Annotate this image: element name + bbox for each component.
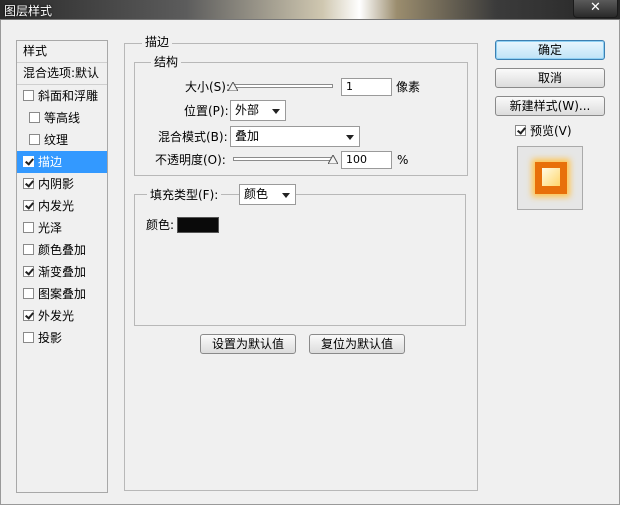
style-item-checkbox[interactable] (23, 332, 34, 343)
style-item-label: 斜面和浮雕 (38, 89, 99, 103)
position-value: 外部 (235, 103, 260, 117)
fill-type-label: 填充类型(F): (147, 186, 222, 204)
style-item-label: 渐变叠加 (38, 265, 87, 279)
style-item-checkbox[interactable] (29, 112, 40, 123)
style-item-label: 描边 (38, 155, 63, 169)
color-label: 颜色: (146, 218, 175, 232)
style-item[interactable]: 外发光 (17, 305, 107, 327)
opacity-input[interactable]: 100 (341, 151, 392, 169)
style-item-checkbox[interactable] (23, 90, 34, 101)
styles-list-header[interactable]: 样式 (17, 41, 107, 63)
size-label: 大小(S): (185, 80, 231, 94)
style-item-checkbox[interactable] (23, 222, 34, 233)
preview-toggle[interactable]: 预览(V) (515, 122, 572, 140)
title-bar[interactable]: 图层样式 (0, 0, 620, 20)
style-item-label: 纹理 (44, 133, 69, 147)
position-label: 位置(P): (184, 104, 229, 118)
opacity-label: 不透明度(O): (155, 153, 226, 167)
fill-type-value: 颜色 (244, 187, 269, 201)
structure-title: 结构 (151, 55, 182, 69)
close-button[interactable]: ✕ (573, 0, 618, 18)
position-select[interactable]: 外部 (230, 100, 286, 121)
chevron-down-icon (346, 135, 354, 140)
blend-mode-select[interactable]: 叠加 (230, 126, 360, 147)
style-item-checkbox[interactable] (23, 200, 34, 211)
make-default-button[interactable]: 设置为默认值 (200, 334, 296, 354)
new-style-button[interactable]: 新建样式(W)... (495, 96, 605, 116)
opacity-slider-track[interactable] (233, 157, 333, 161)
preview-label: 预览(V) (530, 124, 572, 138)
style-item[interactable]: 纹理 (17, 129, 107, 151)
style-items: 斜面和浮雕等高线纹理描边内阴影内发光光泽颜色叠加渐变叠加图案叠加外发光投影 (17, 85, 107, 349)
style-item[interactable]: 光泽 (17, 217, 107, 239)
size-unit: 像素 (396, 80, 421, 94)
style-item-checkbox[interactable] (23, 178, 34, 189)
style-item-label: 光泽 (38, 221, 63, 235)
style-item[interactable]: 斜面和浮雕 (17, 85, 107, 107)
style-item-label: 外发光 (38, 309, 75, 323)
style-item-label: 内阴影 (38, 177, 75, 191)
style-item-label: 图案叠加 (38, 287, 87, 301)
style-item-checkbox[interactable] (23, 244, 34, 255)
style-item[interactable]: 等高线 (17, 107, 107, 129)
size-input[interactable]: 1 (341, 78, 392, 96)
stroke-color-swatch[interactable] (177, 217, 219, 233)
opacity-unit: % (397, 153, 409, 167)
ok-button[interactable]: 确定 (495, 40, 605, 60)
close-icon: ✕ (590, 0, 601, 15)
style-item-checkbox[interactable] (23, 266, 34, 277)
chevron-down-icon (272, 109, 280, 114)
style-item-checkbox[interactable] (29, 134, 40, 145)
preview-checkbox[interactable] (515, 125, 526, 136)
style-item-label: 等高线 (44, 111, 81, 125)
preview-swatch (535, 162, 567, 194)
size-slider-track[interactable] (233, 84, 333, 88)
style-item[interactable]: 颜色叠加 (17, 239, 107, 261)
blend-mode-label: 混合模式(B): (158, 130, 228, 144)
style-item-checkbox[interactable] (23, 156, 34, 167)
style-item[interactable]: 内阴影 (17, 173, 107, 195)
fill-type-group (134, 194, 466, 326)
size-slider-thumb[interactable] (228, 82, 238, 91)
fill-type-select[interactable]: 颜色 (239, 184, 296, 205)
style-item-checkbox[interactable] (23, 310, 34, 321)
style-item[interactable]: 投影 (17, 327, 107, 349)
style-item[interactable]: 描边 (17, 151, 107, 173)
style-item[interactable]: 图案叠加 (17, 283, 107, 305)
stroke-section-title: 描边 (142, 35, 173, 49)
style-item[interactable]: 内发光 (17, 195, 107, 217)
chevron-down-icon (282, 193, 290, 198)
cancel-button[interactable]: 取消 (495, 68, 605, 88)
style-item-label: 内发光 (38, 199, 75, 213)
blend-mode-value: 叠加 (235, 129, 260, 143)
style-preview (517, 146, 583, 210)
style-item-label: 投影 (38, 331, 63, 345)
style-item-checkbox[interactable] (23, 288, 34, 299)
blending-options-item[interactable]: 混合选项:默认 (17, 63, 107, 85)
reset-default-button[interactable]: 复位为默认值 (309, 334, 405, 354)
window-title: 图层样式 (4, 4, 53, 18)
styles-list: 样式 混合选项:默认 斜面和浮雕等高线纹理描边内阴影内发光光泽颜色叠加渐变叠加图… (16, 40, 108, 493)
opacity-slider-thumb[interactable] (328, 155, 338, 164)
style-item[interactable]: 渐变叠加 (17, 261, 107, 283)
style-item-label: 颜色叠加 (38, 243, 87, 257)
